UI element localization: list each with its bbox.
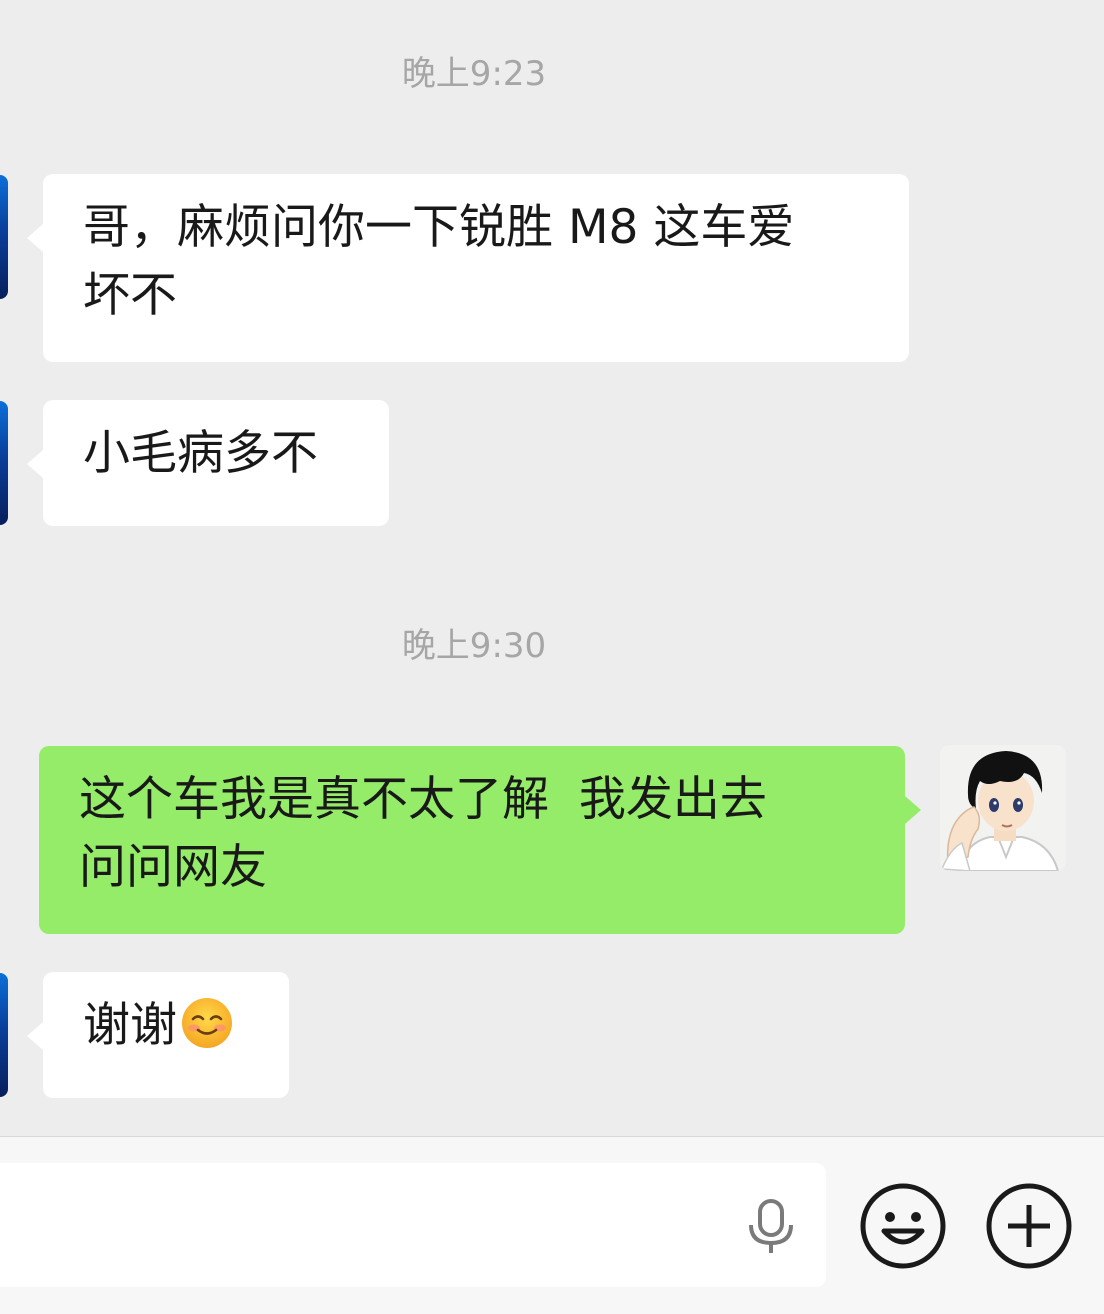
message-text-line: 问问网友	[79, 840, 267, 895]
timestamp: 晚上9:23	[401, 54, 547, 94]
message-text-line: 这个车我是真不太了解 我发出去	[79, 772, 767, 827]
message-bubble-incoming[interactable]: 小毛病多不	[27, 400, 389, 526]
message-text-line: 哥，麻烦问你一下锐胜 M8 这车爱	[83, 200, 795, 255]
smiling-face-emoji-icon	[182, 998, 232, 1048]
message-input-container[interactable]	[0, 1163, 826, 1287]
chat-message-list[interactable]: 晚上9:23 哥，麻烦问你一下锐胜 M8 这车爱 坏不 小毛病多不 晚上9:30…	[0, 0, 1104, 1136]
microphone-icon[interactable]	[744, 1199, 798, 1255]
message-text: 小毛病多不	[83, 426, 318, 481]
peer-avatar[interactable]	[0, 175, 8, 299]
message-bubble-incoming[interactable]: 哥，麻烦问你一下锐胜 M8 这车爱 坏不	[27, 174, 909, 362]
self-avatar[interactable]	[940, 745, 1066, 871]
peer-avatar[interactable]	[0, 973, 8, 1097]
message-bubble-outgoing[interactable]: 这个车我是真不太了解 我发出去 问问网友	[39, 746, 921, 934]
plus-icon[interactable]	[986, 1183, 1072, 1269]
message-input[interactable]	[20, 1183, 724, 1269]
emoji-face-icon[interactable]	[860, 1183, 946, 1269]
input-bar	[0, 1136, 1104, 1314]
message-text-line: 坏不	[83, 268, 177, 323]
anime-boy-avatar-image	[940, 745, 1066, 871]
message-content: 谢谢	[83, 992, 251, 1060]
timestamp: 晚上9:30	[401, 626, 547, 666]
message-text: 谢谢	[83, 998, 177, 1053]
peer-avatar[interactable]	[0, 401, 8, 525]
message-bubble-incoming[interactable]: 谢谢	[27, 972, 289, 1098]
